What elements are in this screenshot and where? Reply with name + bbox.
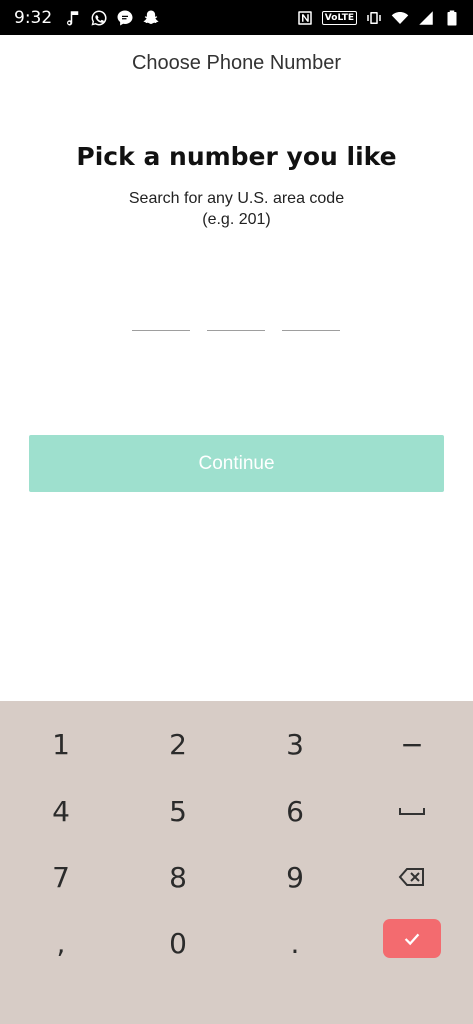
area-code-input bbox=[0, 300, 473, 332]
battery-icon bbox=[443, 9, 461, 27]
page-title: Choose Phone Number bbox=[131, 52, 341, 74]
area-code-digit-1[interactable] bbox=[132, 300, 190, 331]
key-dash[interactable]: − bbox=[362, 714, 462, 774]
key-1[interactable]: 1 bbox=[11, 714, 111, 774]
continue-button[interactable]: Continue bbox=[29, 435, 444, 492]
key-0[interactable]: 0 bbox=[128, 913, 228, 973]
signal-icon bbox=[417, 9, 435, 27]
numeric-keyboard: 1 2 3 − 4 5 6 7 8 9 , 0 . bbox=[0, 701, 473, 1024]
space-icon bbox=[399, 808, 425, 815]
subtitle: Search for any U.S. area code (e.g. 201) bbox=[0, 188, 473, 230]
chat-icon bbox=[116, 9, 134, 27]
key-4[interactable]: 4 bbox=[11, 781, 111, 841]
vibrate-icon bbox=[365, 9, 383, 27]
status-right: VoLTE bbox=[296, 9, 461, 27]
key-8[interactable]: 8 bbox=[128, 847, 228, 907]
status-left: 9:32 bbox=[14, 8, 160, 28]
key-6[interactable]: 6 bbox=[245, 781, 345, 841]
area-code-digit-2[interactable] bbox=[207, 300, 265, 331]
subtitle-line-2: (e.g. 201) bbox=[202, 211, 271, 228]
backspace-icon bbox=[398, 868, 424, 886]
main-heading: Pick a number you like bbox=[76, 142, 397, 171]
status-bar: 9:32 VoLTE bbox=[0, 0, 473, 35]
enter-key[interactable] bbox=[383, 919, 441, 958]
status-time: 9:32 bbox=[14, 7, 53, 28]
snapchat-icon bbox=[142, 9, 160, 27]
nfc-icon bbox=[296, 9, 314, 27]
music-note-icon bbox=[64, 9, 82, 27]
key-9[interactable]: 9 bbox=[245, 847, 345, 907]
checkmark-icon bbox=[404, 933, 420, 945]
area-code-digit-3[interactable] bbox=[282, 300, 340, 331]
key-5[interactable]: 5 bbox=[128, 781, 228, 841]
key-period[interactable]: . bbox=[245, 913, 345, 973]
key-3[interactable]: 3 bbox=[245, 714, 345, 774]
subtitle-line-1: Search for any U.S. area code bbox=[128, 190, 345, 207]
key-backspace[interactable] bbox=[362, 847, 462, 907]
whatsapp-icon bbox=[90, 9, 108, 27]
key-2[interactable]: 2 bbox=[128, 714, 228, 774]
key-comma[interactable]: , bbox=[11, 913, 111, 973]
wifi-icon bbox=[391, 9, 409, 27]
key-7[interactable]: 7 bbox=[11, 847, 111, 907]
volte-icon: VoLTE bbox=[321, 10, 357, 25]
key-space[interactable] bbox=[362, 781, 462, 841]
